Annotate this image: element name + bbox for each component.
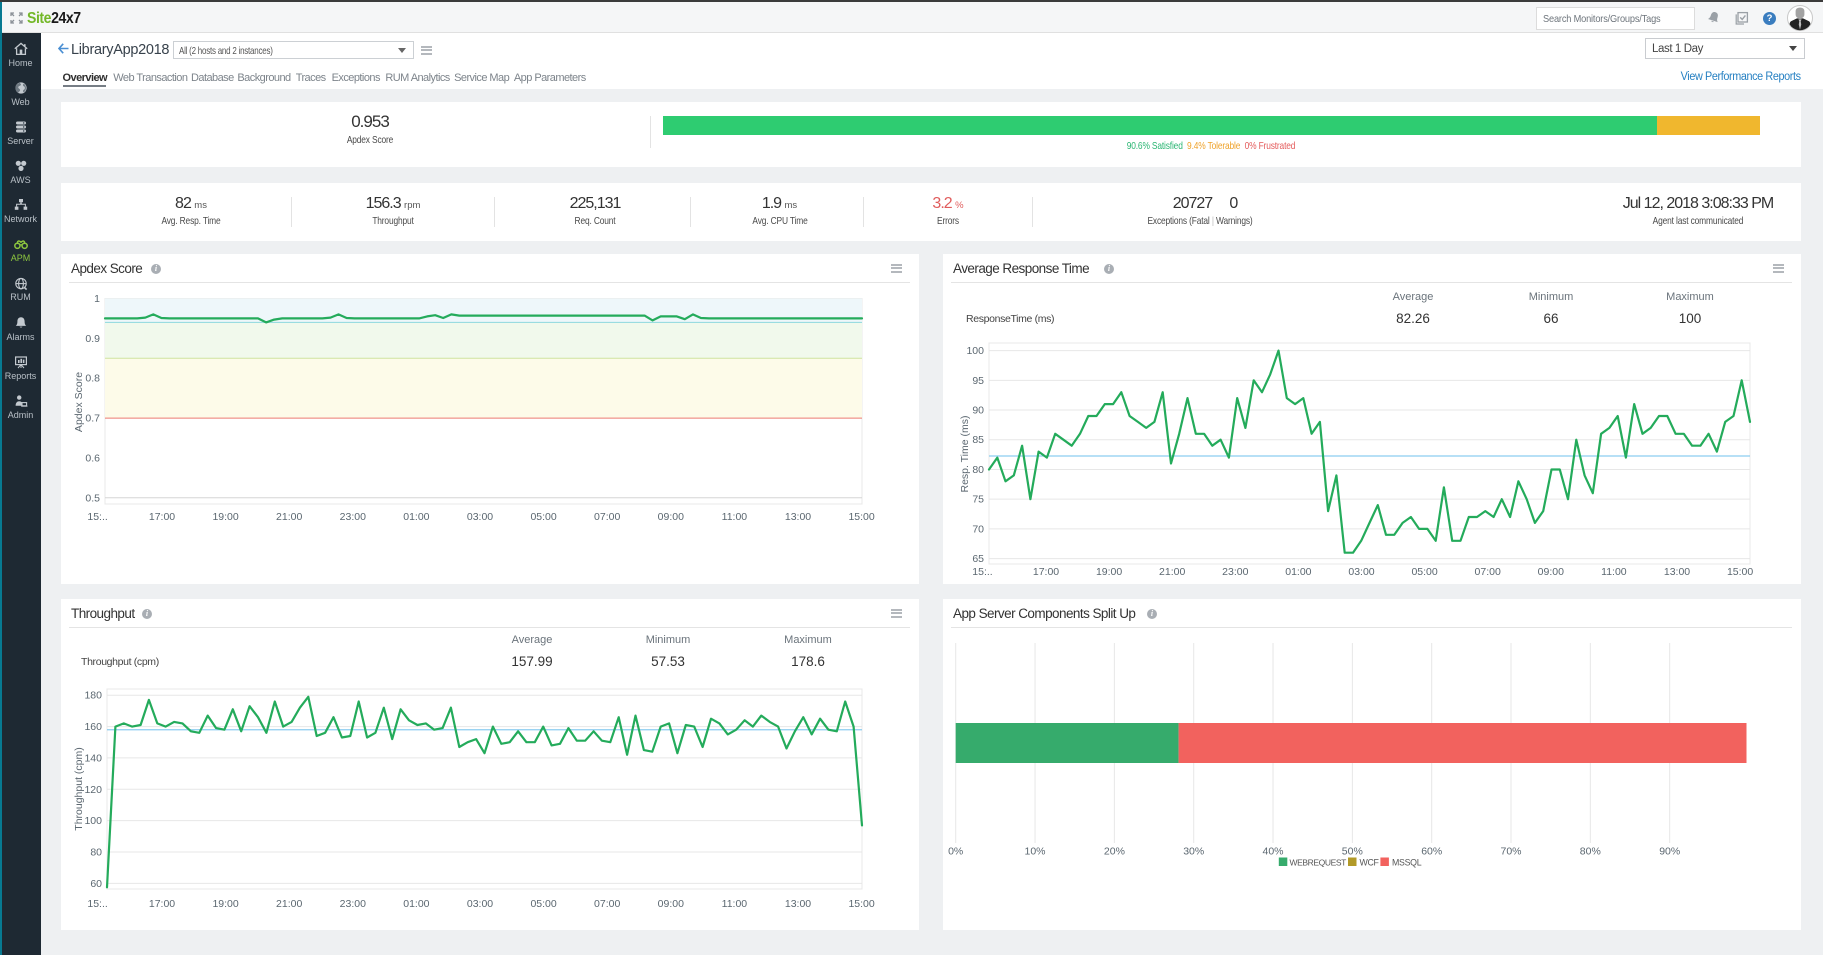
svg-text:0.7: 0.7 <box>85 413 100 425</box>
svg-text:120: 120 <box>84 784 102 796</box>
svg-text:100: 100 <box>966 345 984 357</box>
svg-text:10%: 10% <box>1024 846 1045 858</box>
svg-text:19:00: 19:00 <box>1096 566 1122 578</box>
svg-text:Apdex Score: Apdex Score <box>73 372 85 432</box>
svg-text:15:00: 15:00 <box>848 898 874 910</box>
svg-text:40%: 40% <box>1262 846 1283 858</box>
svg-text:17:00: 17:00 <box>149 898 175 910</box>
svg-text:01:00: 01:00 <box>1285 566 1311 578</box>
svg-text:Maximum: Maximum <box>1666 291 1714 303</box>
svg-text:09:00: 09:00 <box>658 511 684 523</box>
svg-text:15:..: 15:.. <box>87 898 107 910</box>
svg-text:21:00: 21:00 <box>276 898 302 910</box>
svg-text:13:00: 13:00 <box>785 511 811 523</box>
svg-text:80: 80 <box>972 464 984 476</box>
svg-text:07:00: 07:00 <box>594 511 620 523</box>
svg-text:07:00: 07:00 <box>1475 566 1501 578</box>
svg-text:157.99: 157.99 <box>511 654 552 669</box>
svg-text:01:00: 01:00 <box>403 898 429 910</box>
svg-text:17:00: 17:00 <box>1033 566 1059 578</box>
svg-text:160: 160 <box>84 721 102 733</box>
svg-text:65: 65 <box>972 553 984 565</box>
svg-text:90: 90 <box>972 405 984 417</box>
svg-text:Average: Average <box>1393 291 1434 303</box>
svg-text:17:00: 17:00 <box>149 511 175 523</box>
svg-text:15:00: 15:00 <box>1727 566 1753 578</box>
svg-text:23:00: 23:00 <box>1222 566 1248 578</box>
svg-text:09:00: 09:00 <box>1538 566 1564 578</box>
svg-text:100: 100 <box>84 815 102 827</box>
svg-text:05:00: 05:00 <box>530 898 556 910</box>
svg-text:21:00: 21:00 <box>1159 566 1185 578</box>
svg-text:19:00: 19:00 <box>212 511 238 523</box>
svg-text:80%: 80% <box>1580 846 1601 858</box>
svg-text:180: 180 <box>84 690 102 702</box>
svg-text:0%: 0% <box>948 846 963 858</box>
svg-text:Throughput (cpm): Throughput (cpm) <box>73 747 85 830</box>
svg-text:82.26: 82.26 <box>1396 311 1430 326</box>
svg-text:15:..: 15:.. <box>972 566 992 578</box>
svg-text:Minimum: Minimum <box>646 634 691 646</box>
svg-text:100: 100 <box>1679 311 1702 326</box>
svg-text:13:00: 13:00 <box>1664 566 1690 578</box>
svg-text:95: 95 <box>972 375 984 387</box>
svg-text:Maximum: Maximum <box>784 634 832 646</box>
svg-text:0.8: 0.8 <box>85 373 100 385</box>
svg-text:11:00: 11:00 <box>722 898 748 910</box>
svg-text:15:..: 15:.. <box>87 511 107 523</box>
svg-text:Resp. Time (ms): Resp. Time (ms) <box>959 415 971 492</box>
svg-text:50%: 50% <box>1342 846 1363 858</box>
svg-text:140: 140 <box>84 752 102 764</box>
svg-text:Average: Average <box>512 634 553 646</box>
svg-text:07:00: 07:00 <box>594 898 620 910</box>
svg-text:57.53: 57.53 <box>651 654 685 669</box>
svg-text:WEBREQUEST: WEBREQUEST <box>1290 858 1347 868</box>
svg-text:01:00: 01:00 <box>403 511 429 523</box>
svg-text:03:00: 03:00 <box>467 511 493 523</box>
svg-text:70: 70 <box>972 523 984 535</box>
svg-text:75: 75 <box>972 494 984 506</box>
svg-text:11:00: 11:00 <box>1601 566 1627 578</box>
svg-text:0.9: 0.9 <box>85 333 100 345</box>
svg-text:03:00: 03:00 <box>467 898 493 910</box>
svg-text:90%: 90% <box>1659 846 1680 858</box>
svg-text:Minimum: Minimum <box>1529 291 1574 303</box>
svg-text:178.6: 178.6 <box>791 654 825 669</box>
svg-text:23:00: 23:00 <box>340 511 366 523</box>
svg-text:03:00: 03:00 <box>1348 566 1374 578</box>
svg-text:15:00: 15:00 <box>848 511 874 523</box>
svg-text:05:00: 05:00 <box>1411 566 1437 578</box>
svg-text:30%: 30% <box>1183 846 1204 858</box>
svg-text:19:00: 19:00 <box>212 898 238 910</box>
svg-text:60: 60 <box>90 878 102 890</box>
svg-text:13:00: 13:00 <box>785 898 811 910</box>
svg-text:WCF: WCF <box>1360 858 1380 868</box>
svg-text:70%: 70% <box>1500 846 1521 858</box>
svg-text:1: 1 <box>94 293 100 305</box>
svg-text:05:00: 05:00 <box>530 511 556 523</box>
svg-text:0.6: 0.6 <box>85 452 100 464</box>
svg-text:ResponseTime (ms): ResponseTime (ms) <box>966 313 1054 325</box>
svg-text:11:00: 11:00 <box>722 511 748 523</box>
svg-text:Throughput (cpm): Throughput (cpm) <box>81 656 159 668</box>
svg-text:66: 66 <box>1543 311 1558 326</box>
svg-text:21:00: 21:00 <box>276 511 302 523</box>
svg-text:80: 80 <box>90 847 102 859</box>
svg-text:23:00: 23:00 <box>340 898 366 910</box>
svg-text:20%: 20% <box>1104 846 1125 858</box>
svg-text:60%: 60% <box>1421 846 1442 858</box>
svg-text:0.5: 0.5 <box>85 492 100 504</box>
svg-text:MSSQL: MSSQL <box>1392 858 1422 868</box>
svg-text:09:00: 09:00 <box>658 898 684 910</box>
svg-text:85: 85 <box>972 434 984 446</box>
